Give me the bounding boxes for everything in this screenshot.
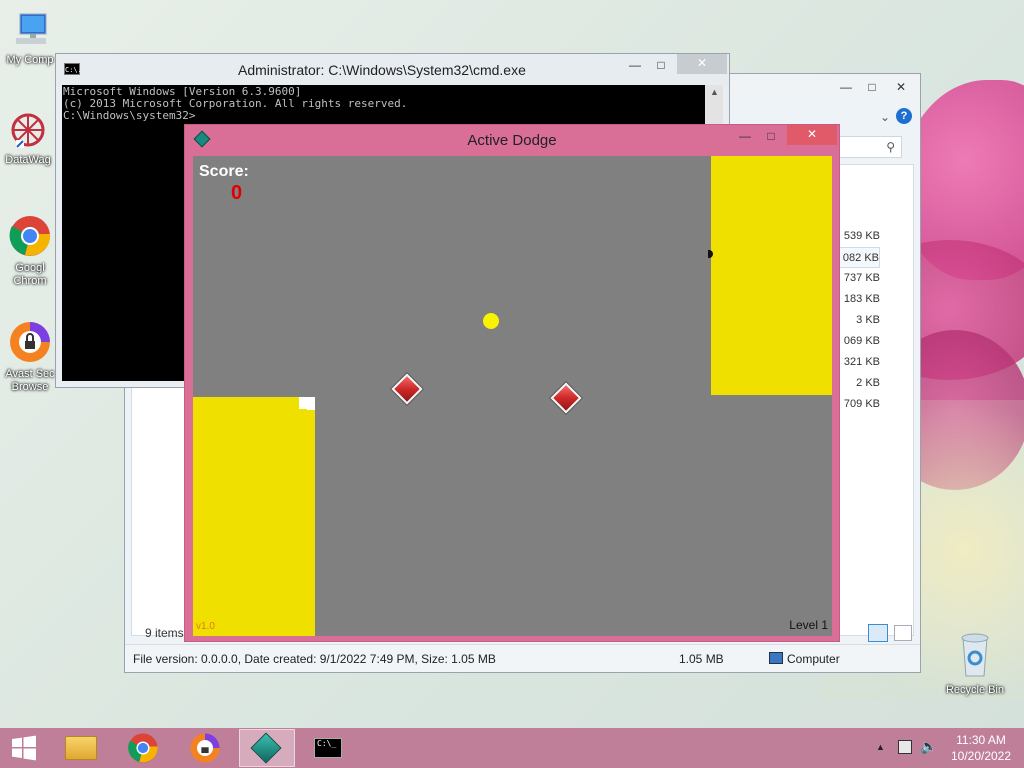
computer-icon [10, 10, 50, 50]
file-size: 2 KB [856, 377, 880, 389]
yellow-block-left [193, 397, 315, 636]
file-size: 3 KB [856, 314, 880, 326]
level-label: Level 1 [789, 618, 828, 632]
status-location: Computer [787, 652, 840, 666]
version-label: v1.0 [196, 621, 215, 632]
yellow-orb [483, 313, 499, 329]
desktop-icon-label: Googl Chrom [13, 262, 47, 287]
chrome-icon [128, 733, 158, 763]
desktop-icon-label: Avast Sec Browse [5, 368, 55, 393]
cmd-icon: C:\. [64, 63, 82, 75]
details-view-button[interactable] [868, 624, 888, 642]
active-dodge-window[interactable]: Active Dodge — □ ✕ Score: 0 v1.0 Level 1 [184, 124, 840, 642]
file-size: 082 KB [836, 247, 880, 268]
taskbar-google-chrome[interactable] [115, 729, 171, 767]
avast-browser-icon [8, 320, 52, 364]
clock-time: 11:30 AM [956, 733, 1006, 747]
help-icon[interactable]: ? [896, 108, 912, 124]
taskbar-file-explorer[interactable] [53, 729, 109, 767]
file-size: 183 KB [843, 293, 880, 305]
close-button[interactable]: ✕ [886, 78, 916, 96]
maximize-button[interactable]: □ [757, 127, 785, 145]
volume-icon[interactable]: 🔈 [920, 738, 937, 755]
console-line: C:\Windows\system32> [63, 109, 196, 122]
chrome-icon [8, 214, 52, 258]
desktop-icon-label: My Comp [6, 54, 54, 66]
file-size-column: 539 KB 082 KB 737 KB 183 KB 3 KB 069 KB … [836, 226, 880, 415]
cmd-titlebar[interactable]: C:\. Administrator: C:\Windows\System32\… [56, 54, 729, 86]
cmd-icon: C:\_ [314, 738, 342, 758]
scroll-up-icon[interactable]: ▲ [710, 87, 719, 97]
minimize-button[interactable]: — [832, 78, 860, 96]
taskbar: C:\_ ▲ 🔈 11:30 AM 10/20/2022 [0, 728, 1024, 768]
large-icons-view-button[interactable] [894, 625, 912, 641]
game-titlebar[interactable]: Active Dodge — □ ✕ [185, 125, 839, 155]
white-corner [307, 409, 315, 410]
taskbar-command-prompt[interactable]: C:\_ [301, 729, 357, 767]
ribbon-expand-icon[interactable]: ⌄ [880, 110, 890, 124]
file-size: 539 KB [843, 230, 880, 242]
maximize-button[interactable]: □ [858, 78, 886, 96]
recycle-bin-icon [955, 630, 995, 680]
maximize-button[interactable]: □ [647, 56, 675, 74]
file-size: 737 KB [843, 272, 880, 284]
score-label: Score: [199, 163, 249, 180]
datawag-icon [8, 110, 48, 150]
close-button[interactable]: ✕ [677, 54, 727, 74]
cmd-title: Administrator: C:\Windows\System32\cmd.e… [238, 62, 526, 78]
minimize-button[interactable]: — [731, 127, 759, 145]
white-corner [299, 397, 315, 409]
computer-icon [769, 652, 783, 664]
red-diamond-enemy [550, 382, 582, 414]
clock[interactable]: 11:30 AM 10/20/2022 [946, 732, 1016, 764]
close-button[interactable]: ✕ [787, 125, 837, 145]
items-count: 9 items [145, 626, 184, 640]
folder-icon [65, 736, 97, 760]
file-size: 321 KB [843, 356, 880, 368]
score-value: 0 [231, 182, 243, 204]
search-icon: ⚲ [886, 140, 895, 154]
status-details: File version: 0.0.0.0, Date created: 9/1… [133, 652, 496, 666]
file-size: 709 KB [843, 398, 880, 410]
yellow-block-right [711, 156, 832, 395]
desktop-icon-recycle-bin[interactable]: Recycle Bin [940, 630, 1010, 697]
windows-logo-icon [12, 735, 36, 761]
show-hidden-icons-button[interactable]: ▲ [876, 742, 885, 752]
game-canvas[interactable]: Score: 0 v1.0 Level 1 [193, 156, 832, 636]
desktop-icon-label: DataWag [5, 154, 51, 166]
game-diamond-icon [250, 732, 282, 764]
status-size: 1.05 MB [679, 652, 724, 666]
start-button[interactable] [0, 728, 48, 768]
desktop-icon-avast-browser[interactable]: Avast Sec Browse [0, 320, 60, 394]
minimize-button[interactable]: — [621, 56, 649, 74]
status-bar: File version: 0.0.0.0, Date created: 9/1… [125, 644, 920, 672]
desktop-icon-label: Recycle Bin [945, 684, 1005, 696]
clock-date: 10/20/2022 [950, 749, 1012, 763]
network-icon[interactable] [898, 740, 912, 754]
taskbar-avast-browser[interactable] [177, 729, 233, 767]
desktop-icon-my-computer[interactable]: My Comp [4, 10, 56, 67]
taskbar-active-dodge[interactable] [239, 729, 295, 767]
desktop-icon-google-chrome[interactable]: Googl Chrom [4, 214, 56, 288]
red-diamond-enemy [391, 373, 423, 405]
desktop-icon-datawag[interactable]: DataWag [0, 110, 56, 167]
file-size: 069 KB [843, 335, 880, 347]
avast-browser-icon [190, 733, 220, 763]
